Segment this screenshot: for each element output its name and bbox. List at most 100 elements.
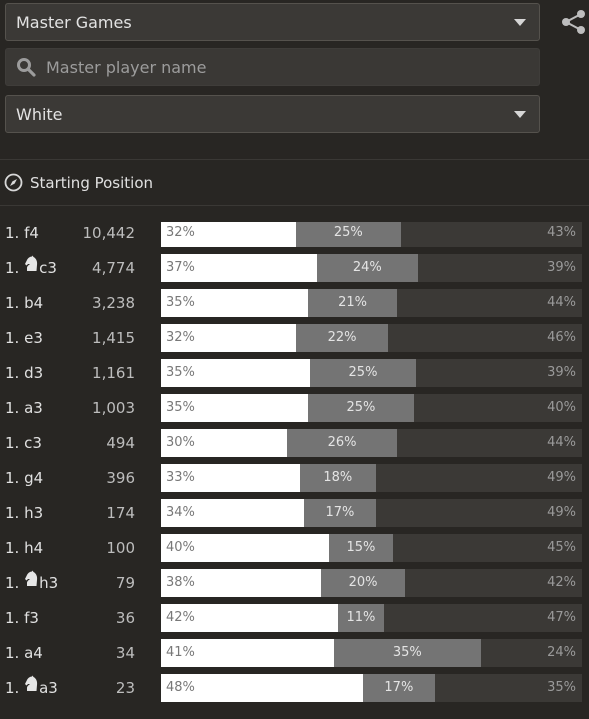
- draws-segment: 21%: [308, 289, 397, 317]
- move-notation: 1. e3: [5, 324, 43, 352]
- game-count: 10,442: [82, 224, 136, 242]
- result-bar: 38% 20% 42%: [161, 569, 582, 597]
- move-san: c3: [24, 434, 42, 452]
- result-bar: 42% 11% 47%: [161, 604, 582, 632]
- draws-segment: 18%: [299, 464, 376, 492]
- result-bar: 35% 21% 44%: [161, 289, 582, 317]
- white-wins-segment: 40%: [161, 534, 330, 562]
- draws-segment: 17%: [304, 499, 376, 527]
- move-san: h4: [24, 539, 44, 557]
- move-number: 1.: [5, 434, 20, 452]
- moves-table: 1. f4 10,442 32% 25% 43% 1. c3 4,774 37% 24% 39% 1…: [0, 222, 589, 719]
- knight-icon: [24, 253, 39, 281]
- move-notation: 1. a4: [5, 639, 43, 667]
- draws-segment: 35%: [333, 639, 481, 667]
- result-bar: 35% 25% 40%: [161, 394, 582, 422]
- draws-segment: 25%: [295, 222, 401, 247]
- database-select[interactable]: Master Games: [5, 3, 540, 41]
- white-wins-segment: 38%: [161, 569, 321, 597]
- move-number: 1.: [5, 329, 20, 347]
- draws-segment: 15%: [329, 534, 393, 562]
- black-wins-segment: 42%: [405, 569, 582, 597]
- game-count: 36: [115, 609, 135, 627]
- move-row[interactable]: 1. h3 79 38% 20% 42%: [0, 569, 589, 597]
- game-count: 1,161: [92, 364, 135, 382]
- move-notation: 1. h4: [5, 534, 43, 562]
- move-number: 1.: [5, 399, 20, 417]
- move-row[interactable]: 1. e3 1,415 32% 22% 46%: [0, 324, 589, 352]
- result-bar: 33% 18% 49%: [161, 464, 582, 492]
- result-bar: 34% 17% 49%: [161, 499, 582, 527]
- move-row[interactable]: 1. f4 10,442 32% 25% 43%: [0, 222, 589, 247]
- game-count: 34: [115, 644, 135, 662]
- move-row[interactable]: 1. a4 34 41% 35% 24%: [0, 639, 589, 667]
- move-number: 1.: [5, 644, 20, 662]
- move-row[interactable]: 1. a3 23 48% 17% 35%: [0, 674, 589, 702]
- move-number: 1.: [5, 294, 20, 312]
- move-san: a3: [24, 399, 43, 417]
- move-notation: 1. h3: [5, 499, 43, 527]
- white-wins-segment: 37%: [161, 254, 317, 282]
- move-row[interactable]: 1. f3 36 42% 11% 47%: [0, 604, 589, 632]
- black-wins-segment: 47%: [384, 604, 582, 632]
- move-notation: 1. a3: [5, 394, 43, 422]
- game-count: 4,774: [92, 259, 135, 277]
- move-row[interactable]: 1. a3 1,003 35% 25% 40%: [0, 394, 589, 422]
- white-wins-segment: 35%: [161, 394, 309, 422]
- result-bar: 48% 17% 35%: [161, 674, 582, 702]
- chevron-down-icon: [514, 19, 526, 26]
- move-row[interactable]: 1. c3 4,774 37% 24% 39%: [0, 254, 589, 282]
- move-notation: 1. c3: [5, 429, 42, 457]
- position-label: Starting Position: [30, 173, 154, 192]
- move-san: c3: [39, 259, 57, 277]
- game-count: 79: [115, 574, 135, 592]
- result-bar: 32% 25% 43%: [161, 222, 582, 247]
- white-wins-segment: 32%: [161, 222, 296, 247]
- move-row[interactable]: 1. c3 494 30% 26% 44%: [0, 429, 589, 457]
- position-header[interactable]: Starting Position: [0, 160, 589, 205]
- move-san: a4: [24, 644, 43, 662]
- knight-icon: [24, 673, 39, 701]
- move-row[interactable]: 1. g4 396 33% 18% 49%: [0, 464, 589, 492]
- move-row[interactable]: 1. d3 1,161 35% 25% 39%: [0, 359, 589, 387]
- color-select[interactable]: White: [5, 95, 540, 133]
- white-wins-segment: 34%: [161, 499, 305, 527]
- game-count: 494: [106, 434, 135, 452]
- move-notation: 1. h3: [5, 569, 58, 597]
- move-san: d3: [24, 364, 44, 382]
- black-wins-segment: 44%: [396, 429, 582, 457]
- move-number: 1.: [5, 259, 20, 277]
- white-wins-segment: 33%: [161, 464, 300, 492]
- draws-segment: 25%: [308, 394, 414, 422]
- search-placeholder: Master player name: [46, 57, 207, 77]
- move-row[interactable]: 1. h4 100 40% 15% 45%: [0, 534, 589, 562]
- share-icon[interactable]: [560, 8, 588, 36]
- game-count: 3,238: [92, 294, 135, 312]
- white-wins-segment: 35%: [161, 289, 309, 317]
- draws-segment: 26%: [287, 429, 397, 457]
- draws-segment: 25%: [309, 359, 417, 387]
- black-wins-segment: 44%: [396, 289, 582, 317]
- move-number: 1.: [5, 224, 20, 242]
- game-count: 1,003: [92, 399, 135, 417]
- move-notation: 1. a3: [5, 674, 58, 702]
- black-wins-segment: 43%: [400, 222, 582, 247]
- black-wins-segment: 49%: [375, 499, 582, 527]
- database-select-value: Master Games: [16, 12, 132, 32]
- move-number: 1.: [5, 539, 20, 557]
- move-san: e3: [24, 329, 43, 347]
- result-bar: 41% 35% 24%: [161, 639, 582, 667]
- game-count: 1,415: [92, 329, 135, 347]
- move-notation: 1. g4: [5, 464, 43, 492]
- result-bar: 37% 24% 39%: [161, 254, 582, 282]
- game-count: 174: [106, 504, 135, 522]
- game-count: 23: [115, 679, 135, 697]
- player-search-input[interactable]: Master player name: [5, 48, 540, 86]
- move-row[interactable]: 1. h3 174 34% 17% 49%: [0, 499, 589, 527]
- move-san: a3: [39, 679, 58, 697]
- black-wins-segment: 45%: [392, 534, 582, 562]
- move-number: 1.: [5, 679, 20, 697]
- move-row[interactable]: 1. b4 3,238 35% 21% 44%: [0, 289, 589, 317]
- draws-segment: 24%: [316, 254, 418, 282]
- result-bar: 30% 26% 44%: [161, 429, 582, 457]
